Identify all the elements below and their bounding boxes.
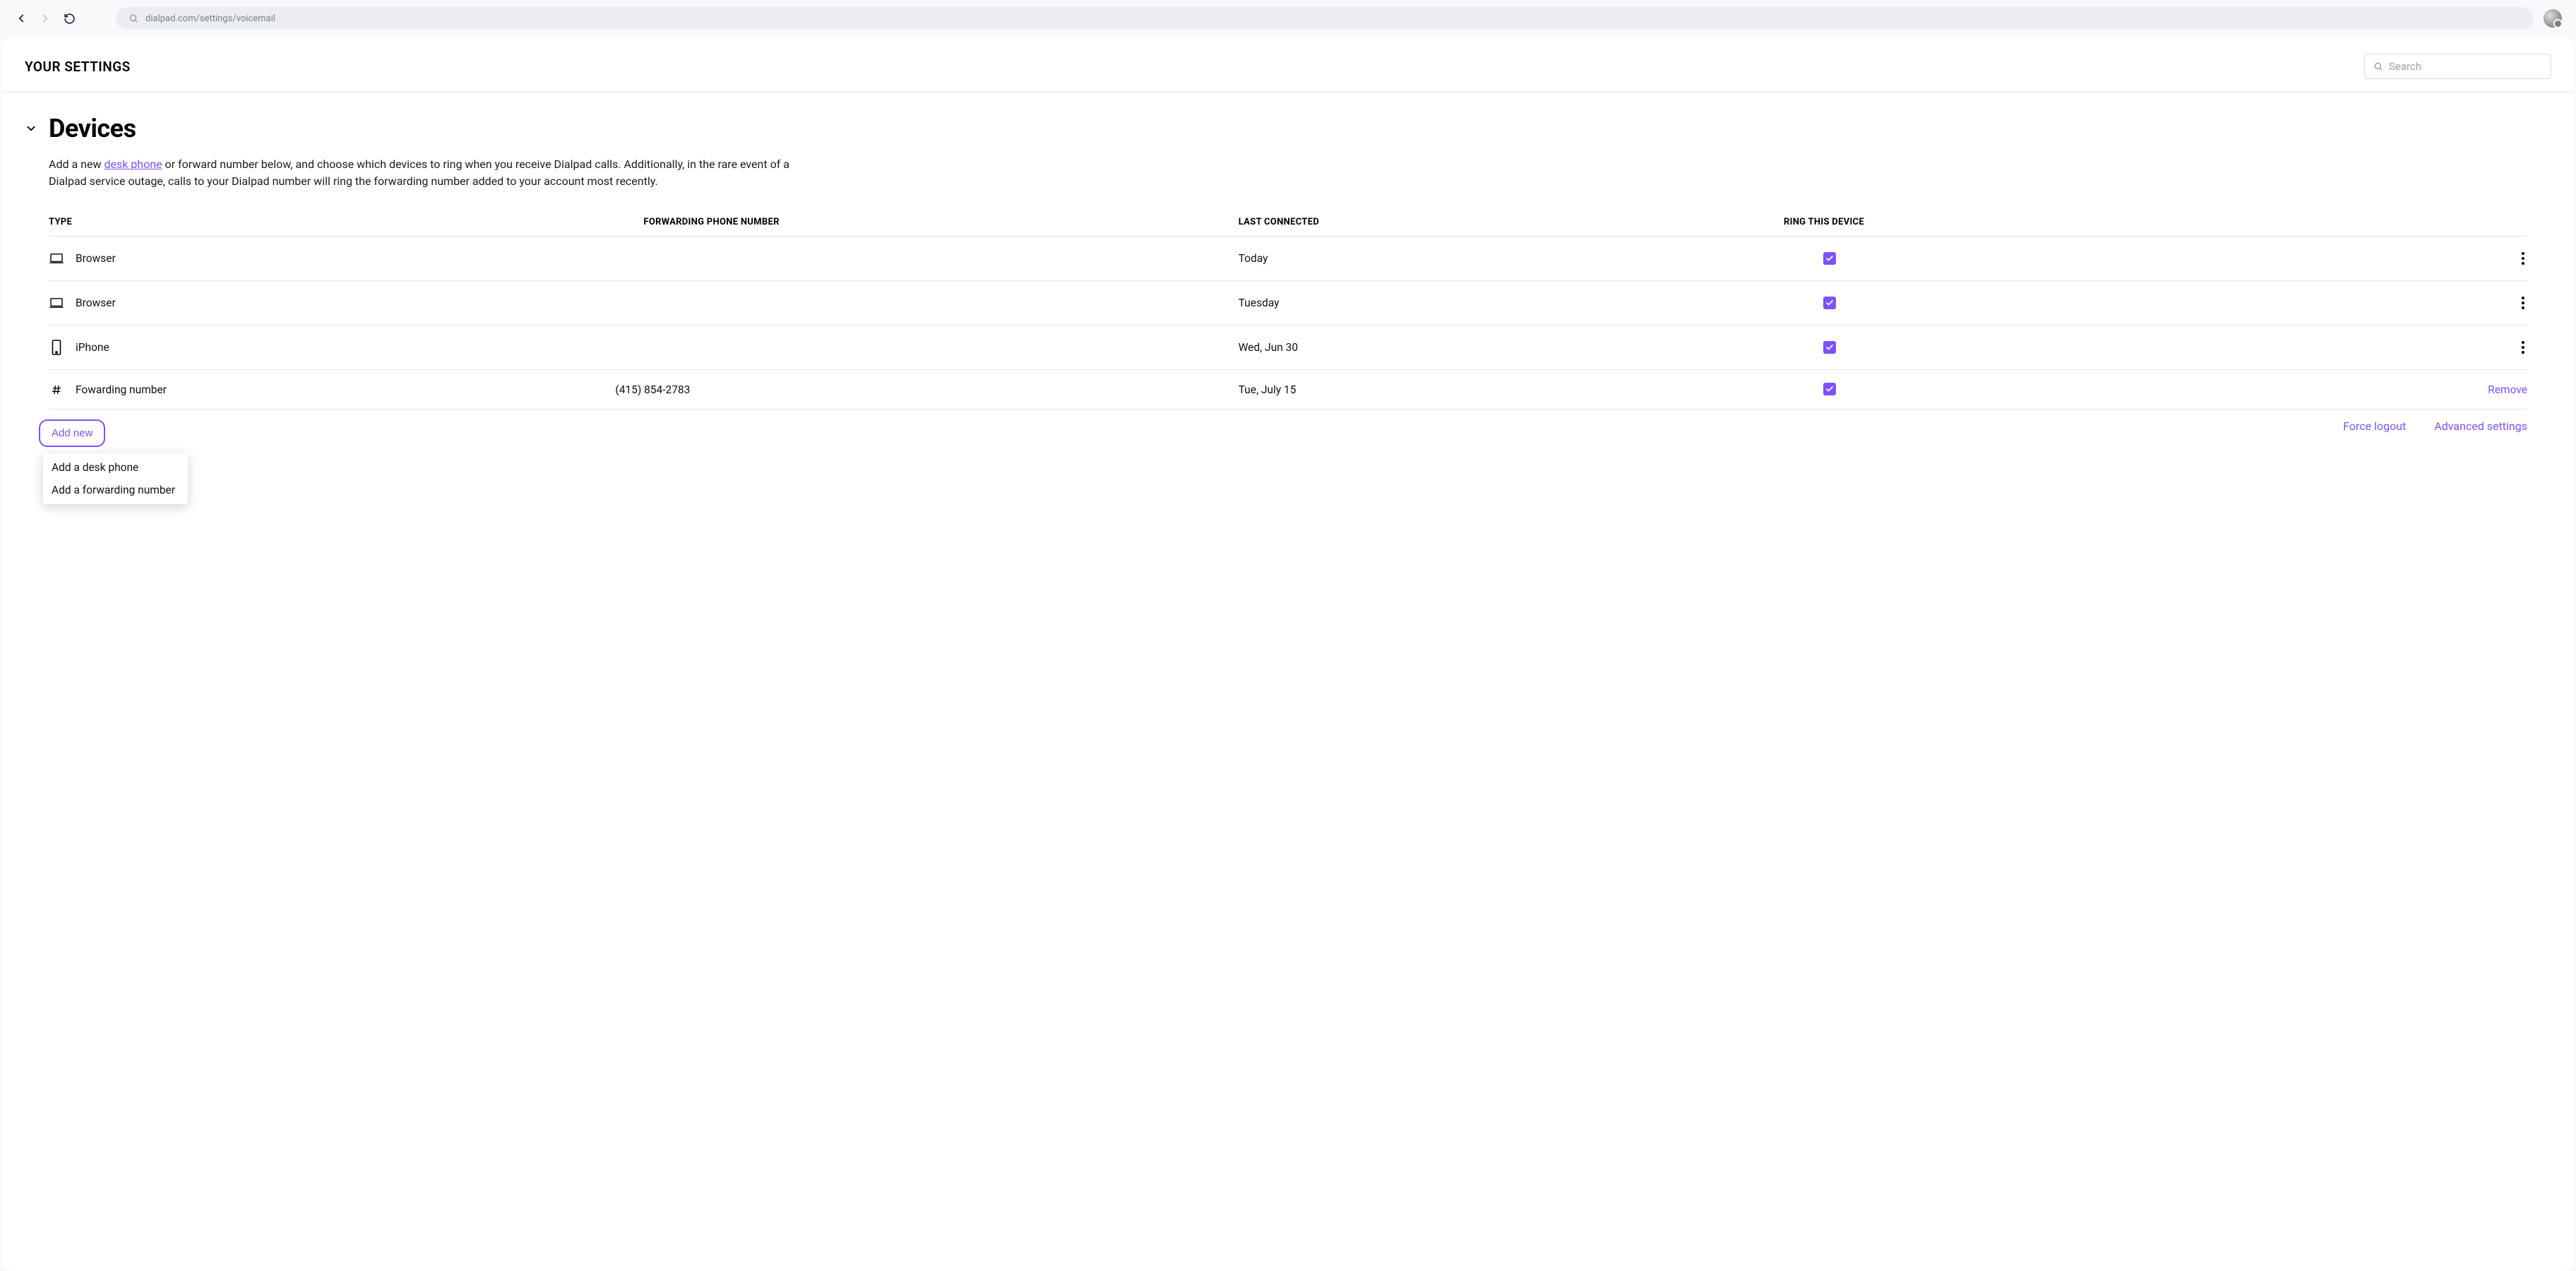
avatar[interactable] — [2544, 9, 2562, 28]
col-last: LAST CONNECTED — [1239, 210, 1784, 237]
device-type: Browser — [76, 297, 116, 309]
device-type: iPhone — [76, 341, 109, 354]
add-new-button[interactable]: Add new — [39, 419, 105, 447]
laptop-icon — [49, 252, 64, 265]
forward-button[interactable] — [38, 11, 52, 25]
advanced-settings-link[interactable]: Advanced settings — [2434, 419, 2527, 433]
phone-icon — [49, 341, 64, 354]
table-row: iPhone Wed, Jun 30 — [49, 326, 2527, 370]
device-type: Fowarding number — [76, 383, 167, 396]
chevron-down-icon[interactable] — [25, 122, 37, 135]
device-type: Browser — [76, 252, 116, 265]
hash-icon — [49, 383, 64, 396]
back-button[interactable] — [14, 11, 28, 25]
col-fwd: FORWARDING PHONE NUMBER — [643, 210, 1238, 237]
url-bar[interactable]: dialpad.com/settings/voicemail — [116, 7, 2534, 30]
last-connected: Wed, Jun 30 — [1239, 326, 1784, 370]
table-row: Browser Tuesday — [49, 281, 2527, 326]
forwarding-number: (415) 854-2783 — [615, 370, 1210, 410]
dropdown-add-forwarding[interactable]: Add a forwarding number — [43, 479, 188, 501]
row-menu-button[interactable] — [2519, 249, 2527, 268]
last-connected: Tue, July 15 — [1239, 370, 1784, 410]
search-icon — [129, 13, 138, 23]
col-actions — [2329, 210, 2527, 237]
laptop-icon — [49, 297, 64, 309]
url-text: dialpad.com/settings/voicemail — [145, 13, 275, 24]
remove-link[interactable]: Remove — [2488, 383, 2527, 396]
table-row: Browser Today — [49, 237, 2527, 281]
col-type: TYPE — [49, 210, 643, 237]
col-ring: RING THIS DEVICE — [1784, 210, 2329, 237]
force-logout-link[interactable]: Force logout — [2343, 419, 2406, 433]
table-row: Fowarding number (415) 854-2783 Tue, July … — [49, 370, 2527, 410]
ring-checkbox[interactable] — [1823, 297, 1836, 309]
search-placeholder: Search — [2389, 60, 2421, 73]
ring-checkbox[interactable] — [1823, 252, 1836, 265]
forwarding-number — [615, 326, 1210, 370]
page-header: YOUR SETTINGS Search — [2, 37, 2574, 93]
row-menu-button[interactable] — [2519, 294, 2527, 312]
forwarding-number — [615, 237, 1210, 281]
desk-phone-link[interactable]: desk phone — [104, 157, 162, 171]
search-input[interactable]: Search — [2364, 54, 2551, 79]
last-connected: Today — [1239, 237, 1784, 281]
add-new-dropdown: Add a desk phone Add a forwarding number — [43, 453, 188, 504]
search-icon — [2373, 61, 2383, 71]
ring-checkbox[interactable] — [1823, 341, 1836, 354]
page-title: YOUR SETTINGS — [25, 59, 131, 75]
forwarding-number — [615, 281, 1210, 326]
row-menu-button[interactable] — [2519, 338, 2527, 357]
dropdown-add-desk-phone[interactable]: Add a desk phone — [43, 456, 188, 479]
devices-table: TYPE FORWARDING PHONE NUMBER LAST CONNEC… — [49, 210, 2527, 410]
section-title: Devices — [49, 114, 136, 143]
section-description: Add a new desk phone or forward number b… — [49, 156, 818, 190]
last-connected: Tuesday — [1239, 281, 1784, 326]
browser-toolbar: dialpad.com/settings/voicemail — [0, 0, 2576, 37]
reload-button[interactable] — [62, 11, 76, 25]
ring-checkbox[interactable] — [1823, 383, 1836, 395]
